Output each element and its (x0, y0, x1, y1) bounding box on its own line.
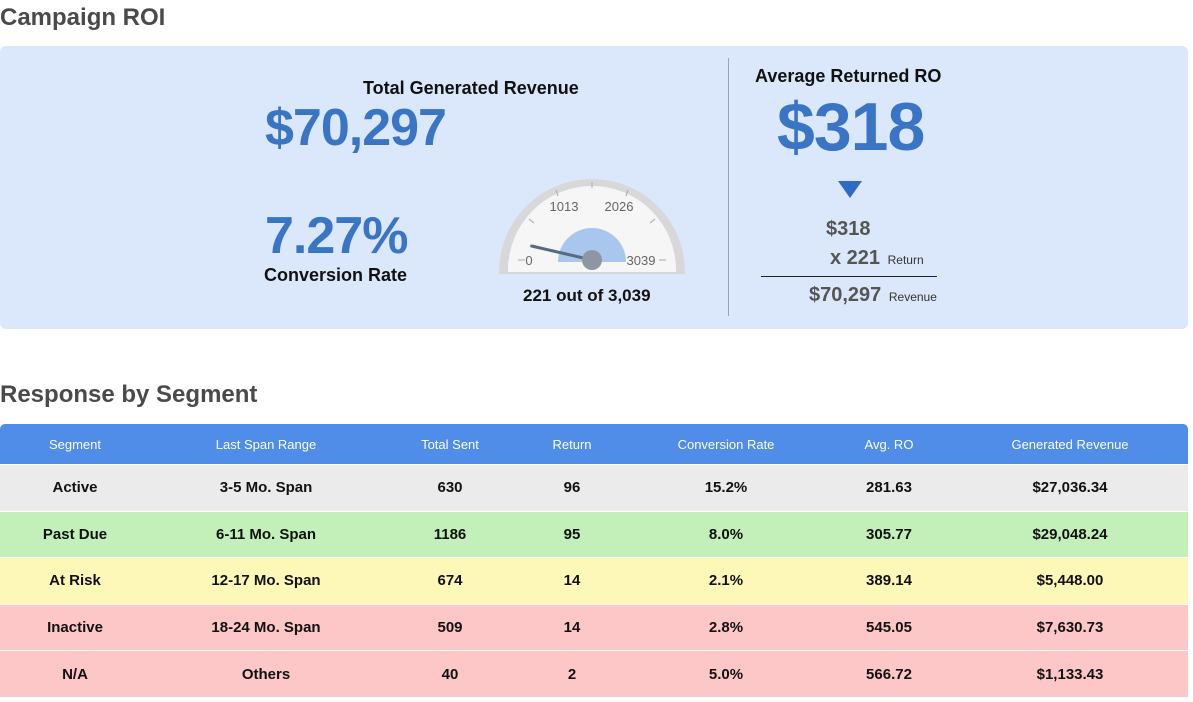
calc-revenue-line: $70,297 Revenue (809, 284, 937, 307)
calc-return-value: x 221 (830, 247, 881, 269)
cell-generated-revenue: $1,133.43 (952, 650, 1188, 697)
cell-segment: Past Due (0, 510, 150, 558)
header-segment: Segment (0, 424, 150, 464)
response-by-segment-title: Response by Segment (0, 381, 258, 408)
calc-return-label: Return (887, 253, 924, 267)
gauge-tick-max: 3039 (627, 253, 656, 268)
header-generated-revenue: Generated Revenue (952, 424, 1188, 464)
cell-conversion-rate: 15.2% (626, 464, 826, 511)
cell-span-range: 18-24 Mo. Span (150, 603, 382, 651)
cell-segment: Inactive (0, 603, 150, 651)
cell-avg-ro: 545.05 (826, 603, 952, 651)
cell-total-sent: 630 (382, 464, 518, 511)
total-revenue-value: $70,297 (265, 99, 447, 157)
cell-return: 2 (518, 650, 626, 697)
calc-return-line: x 221 Return (830, 247, 924, 270)
avg-returned-ro-label: Average Returned RO (755, 66, 942, 86)
gauge-caption: 221 out of 3,039 (523, 286, 651, 305)
cell-conversion-rate: 8.0% (626, 510, 826, 558)
conversion-rate-label: Conversion Rate (264, 265, 408, 285)
down-arrow-icon (838, 181, 862, 198)
header-conversion-rate: Conversion Rate (626, 424, 826, 464)
gauge-tick-2026: 2026 (605, 199, 634, 214)
table-header-row: Segment Last Span Range Total Sent Retur… (0, 424, 1188, 464)
cell-return: 95 (518, 510, 626, 558)
cell-avg-ro: 566.72 (826, 650, 952, 697)
header-avg-ro: Avg. RO (826, 424, 952, 464)
gauge-tick-1013: 1013 (550, 199, 579, 214)
segment-table: Segment Last Span Range Total Sent Retur… (0, 424, 1188, 697)
header-total-sent: Total Sent (382, 424, 518, 464)
calc-revenue-label: Revenue (888, 290, 937, 304)
cell-conversion-rate: 2.1% (626, 557, 826, 604)
cell-span-range: 12-17 Mo. Span (150, 557, 382, 604)
cell-segment: Active (0, 464, 150, 511)
calc-revenue-value: $70,297 (809, 284, 882, 306)
cell-generated-revenue: $7,630.73 (952, 603, 1188, 651)
cell-return: 14 (518, 557, 626, 604)
cell-generated-revenue: $27,036.34 (952, 464, 1188, 511)
table-row: Inactive 18-24 Mo. Span 509 14 2.8% 545.… (0, 603, 1188, 651)
header-return: Return (518, 424, 626, 464)
gauge-hub (582, 250, 602, 270)
total-revenue-label: Total Generated Revenue (363, 78, 579, 98)
cell-total-sent: 40 (382, 650, 518, 697)
cell-generated-revenue: $5,448.00 (952, 557, 1188, 604)
gauge-tick-min: 0 (525, 253, 532, 268)
cell-avg-ro: 305.77 (826, 510, 952, 558)
cell-total-sent: 509 (382, 603, 518, 651)
avg-returned-ro-value: $318 (777, 89, 925, 165)
campaign-roi-title: Campaign ROI (0, 4, 166, 31)
cell-avg-ro: 389.14 (826, 557, 952, 604)
cell-return: 96 (518, 464, 626, 511)
header-last-span-range: Last Span Range (150, 424, 382, 464)
cell-generated-revenue: $29,048.24 (952, 510, 1188, 558)
panel-divider (728, 58, 729, 316)
cell-segment: N/A (0, 650, 150, 697)
cell-span-range: 3-5 Mo. Span (150, 464, 382, 511)
cell-total-sent: 1186 (382, 510, 518, 558)
table-row: Active 3-5 Mo. Span 630 96 15.2% 281.63 … (0, 464, 1188, 511)
table-row: Past Due 6-11 Mo. Span 1186 95 8.0% 305.… (0, 510, 1188, 558)
cell-return: 14 (518, 603, 626, 651)
cell-conversion-rate: 2.8% (626, 603, 826, 651)
cell-avg-ro: 281.63 (826, 464, 952, 511)
table-row: N/A Others 40 2 5.0% 566.72 $1,133.43 (0, 650, 1188, 697)
cell-segment: At Risk (0, 557, 150, 604)
table-row: At Risk 12-17 Mo. Span 674 14 2.1% 389.1… (0, 557, 1188, 604)
cell-conversion-rate: 5.0% (626, 650, 826, 697)
calc-separator (761, 276, 937, 277)
conversion-rate-value: 7.27% (265, 207, 408, 265)
conversion-gauge: 1013 2026 0 3039 (499, 179, 685, 274)
calc-avg-value: $318 (826, 218, 871, 240)
cell-span-range: Others (150, 650, 382, 697)
cell-span-range: 6-11 Mo. Span (150, 510, 382, 558)
cell-total-sent: 674 (382, 557, 518, 604)
